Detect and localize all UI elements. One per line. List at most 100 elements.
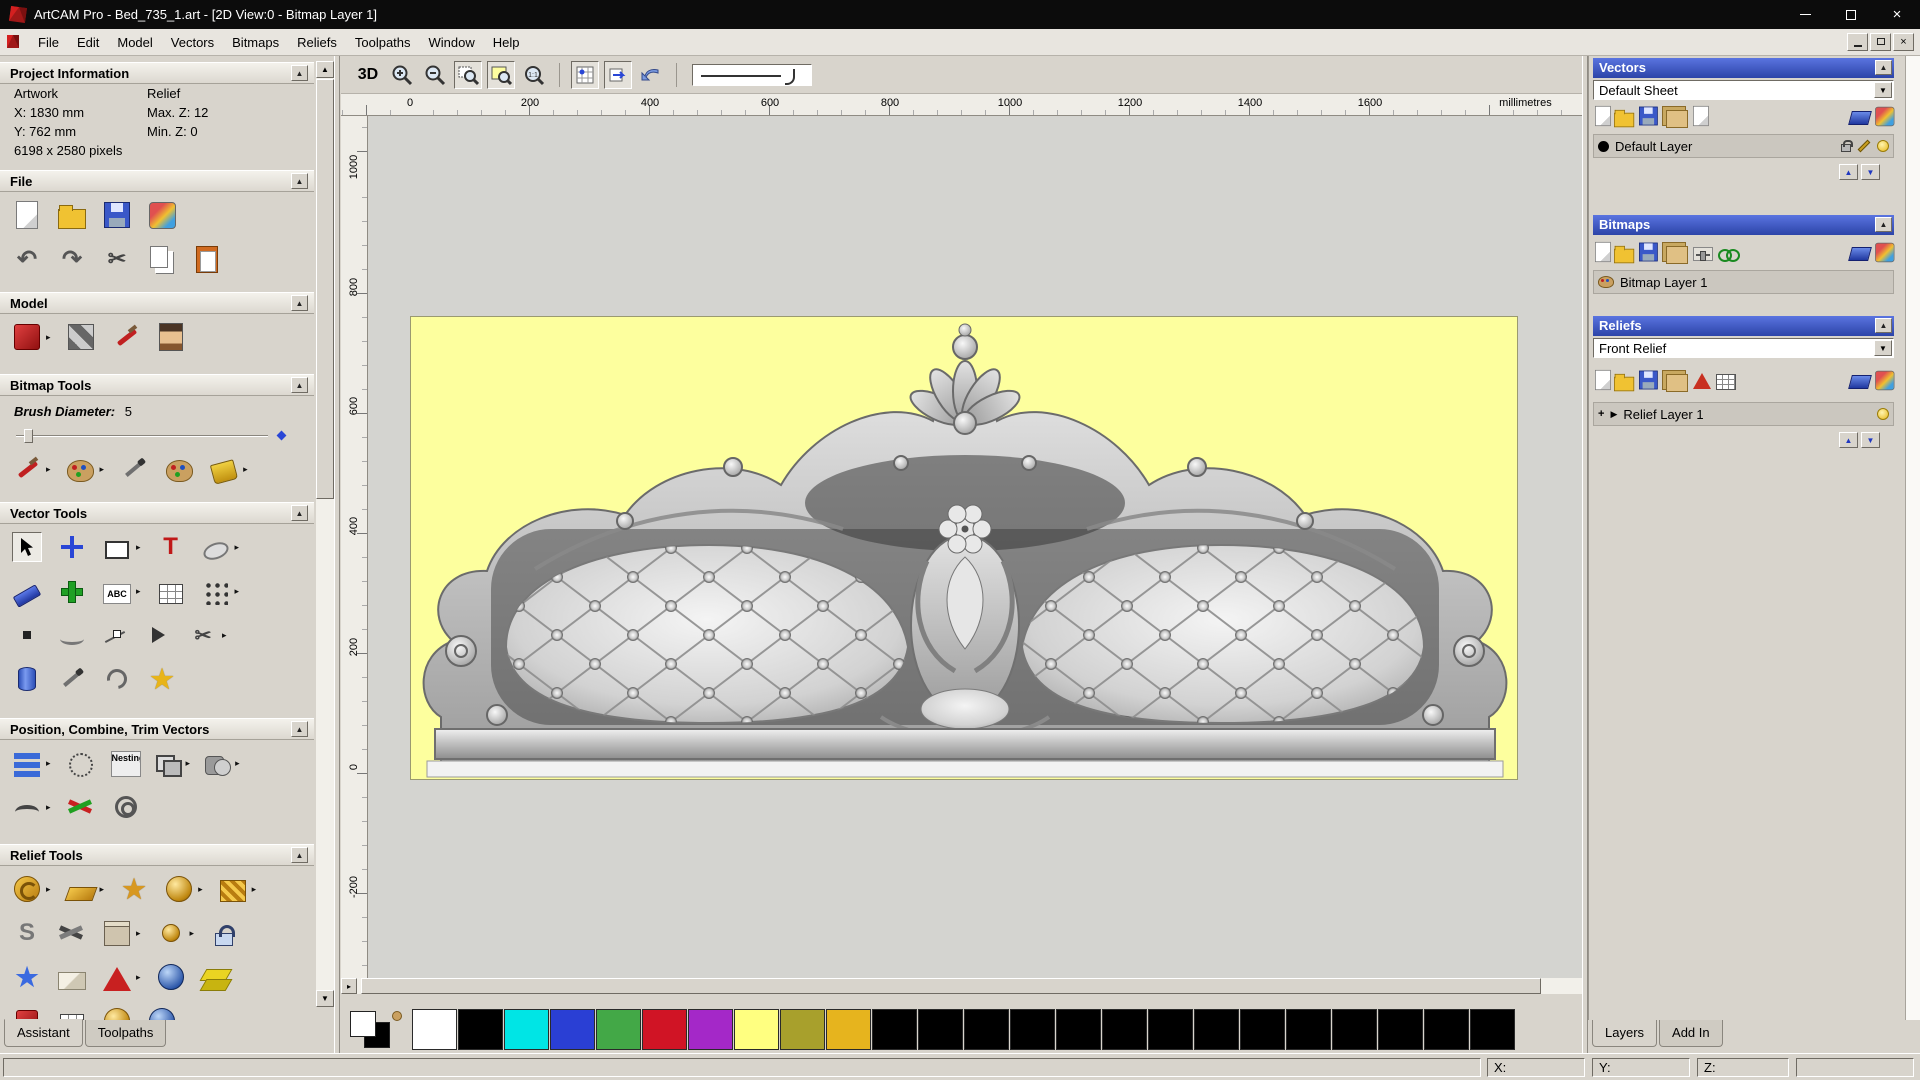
new-vector-layer-button[interactable] bbox=[1595, 105, 1611, 127]
previous-view-button[interactable] bbox=[637, 61, 665, 89]
palette-swatch[interactable] bbox=[1470, 1009, 1515, 1050]
flood-fill-button[interactable] bbox=[209, 454, 239, 485]
rectangle-tool-button[interactable] bbox=[102, 532, 132, 562]
flyout-arrow-icon[interactable]: ▸ bbox=[252, 884, 257, 895]
flyout-arrow-icon[interactable]: ▸ bbox=[46, 802, 51, 813]
merge-bitmap-layers-button[interactable] bbox=[1875, 242, 1895, 262]
palette-swatch[interactable] bbox=[642, 1009, 687, 1050]
save-vector-layer-button[interactable] bbox=[1639, 106, 1658, 126]
palette-swatch[interactable] bbox=[918, 1009, 963, 1050]
smooth-relief-button[interactable] bbox=[63, 874, 98, 904]
vector-weave-button[interactable] bbox=[66, 792, 96, 822]
measure-tool-button[interactable] bbox=[12, 576, 42, 608]
flyout-arrow-icon[interactable]: ▸ bbox=[46, 758, 51, 769]
collapse-project-info-button[interactable]: ▲ bbox=[291, 65, 308, 81]
relief-layer-name[interactable]: Relief Layer 1 bbox=[1623, 407, 1703, 422]
add-relief-icon[interactable]: + bbox=[1598, 408, 1604, 420]
offset-relief-button[interactable] bbox=[102, 918, 132, 948]
flyout-arrow-icon[interactable]: ▸ bbox=[186, 758, 191, 769]
flyout-arrow-icon[interactable]: ▸ bbox=[46, 464, 51, 475]
palette-swatch[interactable] bbox=[826, 1009, 871, 1050]
palette-swatch[interactable] bbox=[1194, 1009, 1239, 1050]
collapse-vector-tools-button[interactable]: ▲ bbox=[291, 505, 308, 521]
palette-swatch[interactable] bbox=[550, 1009, 595, 1050]
nesting-button[interactable]: Nesting bbox=[110, 748, 141, 778]
drop-relief-button[interactable] bbox=[156, 918, 186, 948]
collapse-bitmap-tools-button[interactable]: ▲ bbox=[291, 377, 308, 393]
model-sheet[interactable] bbox=[410, 316, 1518, 780]
brush-diameter-slider[interactable] bbox=[16, 428, 316, 444]
paste-button[interactable] bbox=[192, 244, 222, 274]
freehand-curve-button[interactable] bbox=[57, 620, 87, 650]
scrollbar-thumb[interactable] bbox=[361, 978, 1541, 994]
relief-weave-button[interactable] bbox=[57, 918, 87, 948]
relief-pyramid-button[interactable] bbox=[1693, 373, 1711, 389]
flyout-arrow-icon[interactable]: ▸ bbox=[136, 586, 141, 597]
fillet-tool-button[interactable] bbox=[12, 792, 42, 822]
zoom-out-button[interactable] bbox=[421, 61, 449, 89]
extrude-tool-button[interactable] bbox=[12, 664, 42, 694]
vector-layer-name[interactable]: Default Layer bbox=[1615, 139, 1692, 154]
star-tool-button[interactable]: ★ bbox=[147, 664, 177, 694]
palette-swatch[interactable] bbox=[1010, 1009, 1055, 1050]
delete-relief-layer-button[interactable] bbox=[1848, 375, 1872, 389]
block-array-button[interactable] bbox=[201, 576, 231, 606]
tab-add-in[interactable]: Add In bbox=[1659, 1020, 1723, 1047]
assistant-scrollbar[interactable]: ▲ ▼ bbox=[316, 61, 334, 1007]
sheets-stack-button[interactable] bbox=[1666, 109, 1688, 128]
collapse-relief-tools-button[interactable]: ▲ bbox=[291, 847, 308, 863]
drawing-canvas[interactable] bbox=[368, 116, 1584, 978]
line-style-selector[interactable] bbox=[692, 63, 812, 86]
trim-vectors-button[interactable]: ✂ bbox=[188, 620, 218, 650]
menu-window[interactable]: Window bbox=[420, 31, 484, 54]
colour-palette-button[interactable] bbox=[66, 454, 96, 484]
move-layer-down-button[interactable]: ▼ bbox=[1861, 164, 1880, 180]
scroll-up-button[interactable]: ▲ bbox=[316, 61, 334, 78]
palette-swatch[interactable] bbox=[1332, 1009, 1377, 1050]
bitmap-layer-row[interactable]: Bitmap Layer 1 bbox=[1593, 270, 1894, 294]
layer-colour-dot-icon[interactable] bbox=[1598, 140, 1609, 152]
left-splitter[interactable] bbox=[334, 56, 340, 1053]
collapse-reliefs-button[interactable]: ▲ bbox=[1875, 318, 1892, 333]
spiral-tool-button[interactable] bbox=[111, 792, 141, 822]
menu-reliefs[interactable]: Reliefs bbox=[288, 31, 346, 54]
palette-swatch[interactable] bbox=[1424, 1009, 1469, 1050]
zoom-in-button[interactable] bbox=[388, 61, 416, 89]
palette-swatch[interactable] bbox=[1378, 1009, 1423, 1050]
palette-swatch[interactable] bbox=[734, 1009, 779, 1050]
curve-pencil-button[interactable] bbox=[57, 664, 87, 694]
text-block-button[interactable]: ABC bbox=[102, 576, 132, 606]
select-vectors-button[interactable] bbox=[12, 532, 42, 562]
envelope-relief-button[interactable] bbox=[57, 962, 87, 992]
ellipse-tool-button[interactable] bbox=[200, 532, 231, 563]
save-relief-layer-button[interactable] bbox=[1639, 370, 1658, 390]
palette-swatch[interactable] bbox=[596, 1009, 641, 1050]
bitmap-blend-button[interactable] bbox=[1693, 247, 1713, 261]
new-bitmap-layer-button[interactable] bbox=[1595, 241, 1611, 263]
maximize-button[interactable] bbox=[1828, 0, 1874, 29]
undo-button[interactable]: ↶ bbox=[12, 244, 42, 274]
palette-swatch[interactable] bbox=[780, 1009, 825, 1050]
flyout-arrow-icon[interactable]: ▸ bbox=[190, 928, 195, 939]
palette-swatch[interactable] bbox=[1286, 1009, 1331, 1050]
menu-file[interactable]: File bbox=[29, 31, 68, 54]
layer-visibility-icon[interactable] bbox=[1877, 140, 1889, 152]
delete-bitmap-layer-button[interactable] bbox=[1848, 247, 1872, 261]
edit-layer-icon[interactable] bbox=[1857, 139, 1871, 153]
view-3d-button[interactable]: 3D bbox=[353, 61, 383, 89]
link-bitmap-button[interactable] bbox=[1718, 247, 1740, 262]
flyout-arrow-icon[interactable]: ▸ bbox=[136, 928, 141, 939]
layer-relief-button[interactable] bbox=[201, 962, 231, 992]
palette-swatch[interactable] bbox=[1102, 1009, 1147, 1050]
palette-swatch[interactable] bbox=[872, 1009, 917, 1050]
set-model-size-button[interactable] bbox=[12, 322, 42, 352]
star-relief-button[interactable]: ★ bbox=[119, 874, 149, 904]
paint-selective-button[interactable] bbox=[164, 454, 194, 484]
loop-tool-button[interactable] bbox=[102, 664, 132, 694]
lock-layer-icon[interactable] bbox=[1841, 139, 1853, 152]
collapse-file-button[interactable]: ▲ bbox=[291, 173, 308, 189]
menu-vectors[interactable]: Vectors bbox=[162, 31, 223, 54]
snap-to-object-button[interactable] bbox=[604, 60, 632, 89]
menu-bitmaps[interactable]: Bitmaps bbox=[223, 31, 288, 54]
save-bitmap-layer-button[interactable] bbox=[1639, 242, 1658, 262]
